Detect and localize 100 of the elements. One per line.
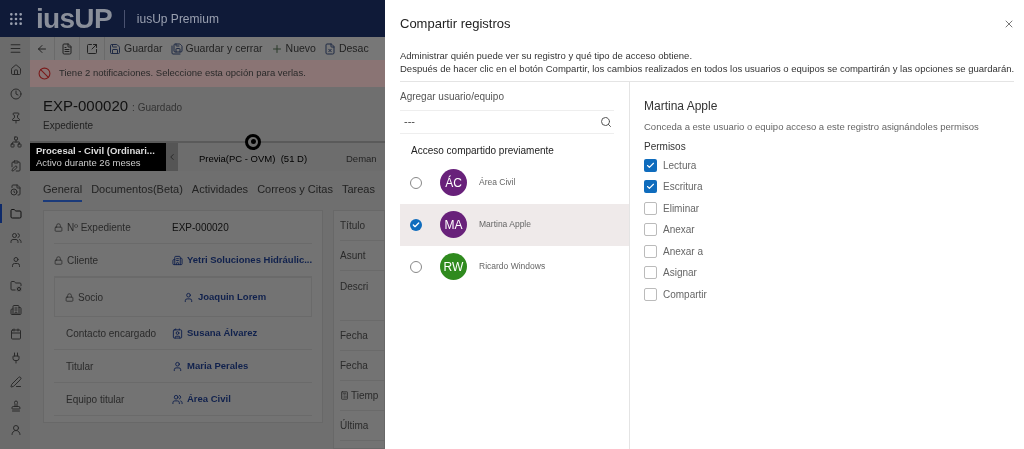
check-icon bbox=[646, 160, 655, 170]
process-stage[interactable]: Previa(PC - OVM) (51 D) bbox=[198, 151, 308, 166]
shared-name: Ricardo Windows bbox=[479, 260, 546, 273]
logo: iusUP bbox=[36, 4, 112, 33]
field-label: Tiemp bbox=[340, 388, 379, 403]
document-x-icon bbox=[323, 42, 336, 55]
shared-entry[interactable]: MA Martina Apple bbox=[400, 203, 629, 246]
save-close-icon bbox=[170, 42, 183, 55]
checkbox[interactable] bbox=[644, 244, 657, 258]
blocked-icon bbox=[38, 67, 51, 80]
avatar-initials: RW bbox=[440, 253, 467, 280]
process-panel[interactable]: Procesal - Civil (Ordinari... Activo durante 26 meses bbox=[30, 142, 166, 171]
popout-icon bbox=[86, 42, 98, 55]
contact-card-icon bbox=[172, 327, 183, 339]
notification-bar[interactable]: Tiene 2 notificaciones. Seleccione esta opción para verlas. bbox=[30, 60, 385, 87]
permission-label[interactable]: Escritura bbox=[663, 179, 703, 195]
process-stage[interactable]: Deman bbox=[346, 151, 377, 166]
field-label: Socio bbox=[65, 289, 183, 305]
entity-name: Expediente bbox=[43, 118, 95, 133]
shared-entry[interactable]: RW Ricardo Windows bbox=[400, 245, 629, 288]
lookup-link[interactable]: Maria Perales bbox=[172, 358, 249, 374]
network-icon bbox=[10, 135, 22, 148]
check-icon bbox=[646, 182, 655, 192]
permission-label[interactable]: Asignar bbox=[663, 265, 697, 281]
field-label: Contacto encargado bbox=[65, 326, 158, 341]
toolbar-button[interactable]: Guardar bbox=[105, 37, 167, 60]
calculator-icon bbox=[340, 391, 349, 400]
avatar-initials: MA bbox=[440, 211, 467, 238]
search-icon[interactable] bbox=[600, 115, 612, 128]
permission-label[interactable]: Compartir bbox=[663, 286, 707, 302]
field-label: Descri bbox=[340, 280, 369, 294]
lookup-link[interactable]: Área Civil bbox=[172, 391, 231, 407]
permission-label[interactable]: Lectura bbox=[663, 157, 697, 173]
pin-icon bbox=[10, 111, 22, 124]
form-tab[interactable]: Documentos(Beta) bbox=[91, 180, 183, 202]
back-arrow-icon bbox=[36, 42, 48, 55]
folder-icon bbox=[10, 207, 22, 220]
collapse-button[interactable] bbox=[166, 142, 178, 171]
people-icon bbox=[172, 393, 183, 405]
checkbox[interactable] bbox=[644, 180, 657, 194]
permission-label[interactable]: Eliminar bbox=[663, 200, 700, 216]
field-value: EXP-000020 bbox=[172, 220, 229, 235]
save-status: : Guardado bbox=[132, 101, 183, 115]
checkbox[interactable] bbox=[644, 158, 657, 172]
record-title: EXP-000020 bbox=[43, 96, 129, 116]
field-label: Titular bbox=[65, 359, 95, 374]
people-icon bbox=[10, 231, 22, 244]
permission-label[interactable]: Anexar a bbox=[663, 243, 704, 259]
menu-icon[interactable] bbox=[8, 42, 22, 55]
stamp-icon bbox=[10, 399, 22, 412]
checkbox[interactable] bbox=[644, 201, 657, 215]
home-icon bbox=[10, 63, 22, 76]
search-field[interactable]: --- bbox=[400, 109, 614, 134]
avatar-initials: ÁC bbox=[440, 169, 467, 196]
selection-radio[interactable] bbox=[410, 218, 422, 231]
dialog-description: Administrar quién puede ver su registro y qué tipo de acceso obtiene. bbox=[400, 48, 694, 62]
checkbox[interactable] bbox=[644, 287, 657, 301]
field-label: Nº Expediente bbox=[54, 219, 172, 235]
form-tab[interactable]: Correos y Citas bbox=[257, 180, 333, 202]
clipboard-icon bbox=[10, 159, 22, 172]
permission-label[interactable]: Anexar bbox=[663, 222, 695, 238]
form-tab[interactable]: General bbox=[43, 180, 83, 202]
plug-icon bbox=[10, 351, 22, 364]
checkbox[interactable] bbox=[644, 266, 657, 280]
field-label: Última bbox=[340, 418, 369, 433]
chevron-left-icon bbox=[167, 151, 177, 162]
dialog-title: Compartir registros bbox=[400, 15, 511, 33]
form-tab[interactable]: Actividades bbox=[191, 180, 249, 202]
person-icon bbox=[10, 423, 22, 436]
app-title: iusUp Premium bbox=[123, 9, 219, 28]
plus-icon bbox=[270, 42, 283, 55]
field-label: Cliente bbox=[54, 252, 172, 268]
person-icon bbox=[183, 291, 194, 303]
shared-entry[interactable]: ÁC Área Civil bbox=[400, 161, 629, 204]
person-icon bbox=[10, 255, 22, 268]
building-icon bbox=[10, 303, 22, 316]
lookup-link[interactable]: Yetri Soluciones Hidráulic... bbox=[172, 252, 313, 268]
checkbox[interactable] bbox=[644, 223, 657, 237]
save-icon bbox=[109, 42, 121, 55]
check-icon bbox=[412, 220, 420, 229]
building-icon bbox=[172, 254, 183, 266]
lookup-link[interactable]: Susana Álvarez bbox=[172, 325, 258, 341]
document-icon bbox=[61, 42, 73, 55]
permissions-label: Permisos bbox=[644, 139, 687, 154]
dialog-description: Después de hacer clic en el botón Compartir, los cambios realizados en todos los usuarios o equipos se compartirán y las opciones se guardarán. bbox=[400, 61, 1015, 75]
lookup-link[interactable]: Joaquin Lorem bbox=[183, 289, 267, 305]
field-label: Asunt bbox=[340, 249, 366, 263]
clock-icon bbox=[10, 87, 22, 100]
form-tab[interactable]: Tareas bbox=[341, 180, 375, 202]
toolbar-button[interactable]: Nuevo bbox=[266, 37, 320, 60]
field-label: Fecha bbox=[340, 359, 368, 373]
toolbar-button[interactable]: Desac bbox=[319, 37, 373, 60]
toolbar-button[interactable]: Guardar y cerrar bbox=[166, 37, 267, 60]
selected-name: Martina Apple bbox=[644, 97, 719, 115]
field-label: Equipo titular bbox=[65, 392, 126, 407]
person-icon bbox=[172, 360, 183, 372]
app-launcher-icon[interactable] bbox=[8, 10, 24, 27]
calendar-icon bbox=[10, 327, 22, 340]
shared-name: Área Civil bbox=[479, 176, 516, 189]
process-duration: Activo durante 26 meses bbox=[36, 156, 142, 169]
